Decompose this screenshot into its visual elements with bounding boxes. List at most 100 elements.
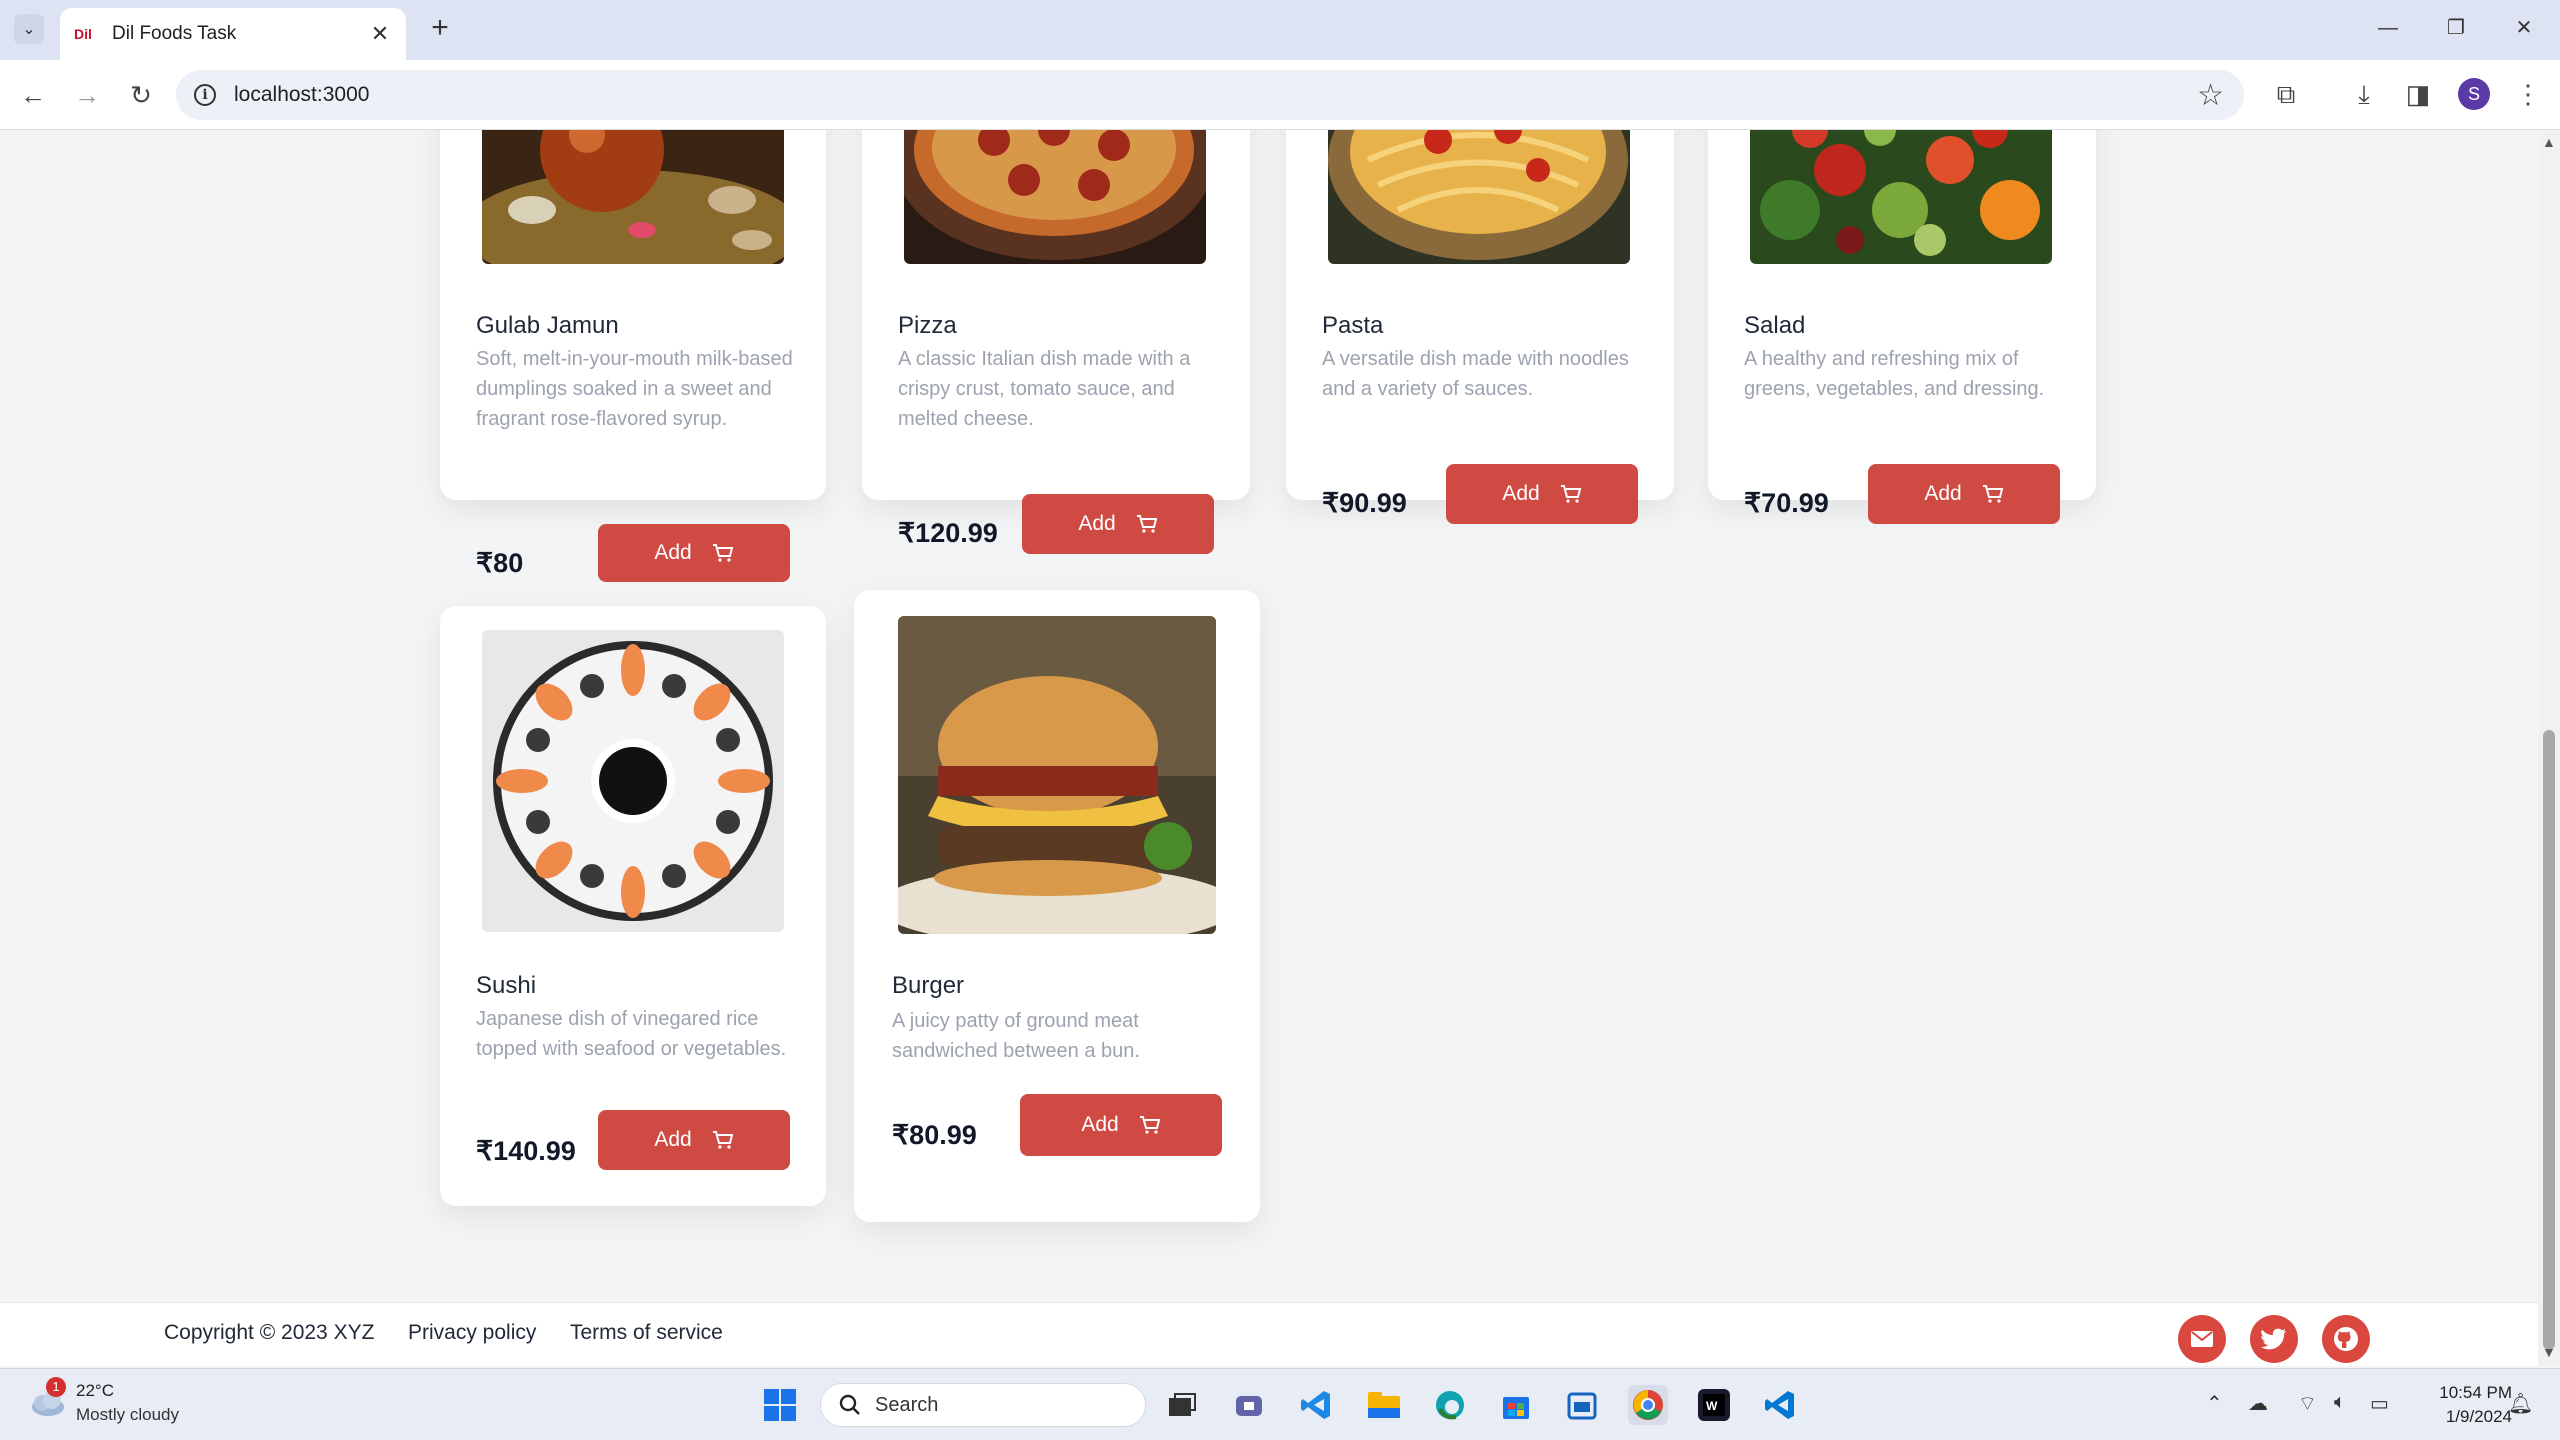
add-to-cart-button[interactable]: Add: [598, 524, 790, 582]
twitter-icon[interactable]: [2250, 1315, 2298, 1363]
weather-description: Mostly cloudy: [76, 1405, 179, 1424]
privacy-policy-link[interactable]: Privacy policy: [408, 1321, 536, 1345]
product-description: A versatile dish made with noodles and a…: [1322, 348, 1629, 400]
product-price: ₹90.99: [1322, 488, 1407, 518]
task-view-icon[interactable]: [1162, 1385, 1202, 1425]
side-panel-icon[interactable]: ◨: [2400, 76, 2436, 112]
forward-button[interactable]: →: [70, 78, 104, 112]
vscode-icon[interactable]: [1296, 1385, 1336, 1425]
page-viewport: Gulab Jamun Soft, melt-in-your-mouth mil…: [0, 130, 2538, 1366]
notification-bell-icon[interactable]: 🔔︎: [2508, 1391, 2533, 1416]
add-to-cart-button[interactable]: Add: [1446, 464, 1638, 524]
product-description: Soft, melt-in-your-mouth milk-based dump…: [476, 348, 793, 430]
search-label: Search: [875, 1393, 939, 1416]
product-name: Pizza: [898, 312, 957, 339]
new-tab-button[interactable]: +: [424, 12, 456, 44]
scroll-down-icon[interactable]: ▼: [2542, 1344, 2556, 1360]
site-info-icon[interactable]: i: [194, 84, 216, 106]
menu-kebab-icon[interactable]: ⋮: [2510, 76, 2546, 112]
favicon: Dil: [74, 26, 92, 42]
reload-button[interactable]: ↻: [124, 78, 158, 112]
product-name: Sushi: [476, 972, 537, 999]
extensions-icon[interactable]: ⧉: [2268, 76, 2304, 112]
volume-icon[interactable]: 🔈︎: [2334, 1391, 2346, 1414]
browser-toolbar: ← → ↻ i localhost:3000 ☆ ⧉ ⤓ ◨ S ⋮: [0, 60, 2560, 130]
teams-icon[interactable]: [1230, 1385, 1270, 1425]
cart-icon: [1560, 485, 1581, 503]
cart-icon: [1139, 1116, 1160, 1134]
product-price: ₹140.99: [476, 1136, 576, 1166]
search-icon: [839, 1394, 860, 1415]
add-button-label: Add: [1081, 1113, 1119, 1136]
add-to-cart-button[interactable]: Add: [1020, 1094, 1222, 1156]
product-price: ₹80: [476, 548, 524, 578]
page-scrollbar[interactable]: ▲ ▼: [2538, 130, 2560, 1366]
add-button-label: Add: [654, 541, 692, 564]
onedrive-icon[interactable]: ☁: [2248, 1391, 2268, 1416]
taskbar-clock[interactable]: 10:54 PM 1/9/2024: [2412, 1381, 2512, 1429]
cart-icon: [1136, 515, 1157, 533]
bookmark-star-icon[interactable]: ☆: [2197, 78, 2224, 113]
product-card: Sushi Japanese dish of vinegared rice to…: [440, 606, 826, 1206]
file-explorer-icon[interactable]: [1364, 1385, 1404, 1425]
close-window-button[interactable]: ✕: [2504, 12, 2544, 44]
vscode-alt-icon[interactable]: [1760, 1385, 1800, 1425]
browser-titlebar: ⌄ Dil Dil Foods Task ✕ + — ❐ ✕: [0, 0, 2560, 60]
back-button[interactable]: ←: [16, 78, 50, 112]
store-icon[interactable]: [1496, 1385, 1536, 1425]
windows-taskbar: 1 22°C Mostly cloudy Search W ⌃ ☁ ⌔ 🔈︎ ▭…: [0, 1368, 2560, 1440]
clock-time: 10:54 PM: [2439, 1383, 2512, 1402]
restore-button[interactable]: ❐: [2436, 12, 2476, 44]
product-description: Japanese dish of vinegared rice topped w…: [476, 1008, 787, 1060]
clock-date: 1/9/2024: [2445, 1407, 2512, 1426]
tray-chevron-icon[interactable]: ⌃: [2206, 1391, 2223, 1416]
taskbar-search[interactable]: Search: [820, 1383, 1146, 1427]
cart-icon: [712, 544, 733, 562]
profile-avatar[interactable]: S: [2458, 78, 2490, 110]
product-card: Gulab Jamun Soft, melt-in-your-mouth mil…: [440, 130, 826, 582]
tab-search-button[interactable]: ⌄: [14, 14, 44, 44]
cart-icon: [712, 1131, 733, 1149]
wifi-icon[interactable]: ⌔: [2298, 1391, 2317, 1416]
page-footer: Copyright © 2023 XYZ Privacy policy Term…: [0, 1302, 2538, 1366]
browser-tab[interactable]: Dil Dil Foods Task ✕: [60, 8, 406, 60]
edge-icon[interactable]: [1430, 1385, 1470, 1425]
add-to-cart-button[interactable]: Add: [598, 1110, 790, 1170]
add-to-cart-button[interactable]: Add: [1022, 494, 1214, 554]
weather-temperature: 22°C: [76, 1381, 114, 1400]
github-icon[interactable]: [2322, 1315, 2370, 1363]
chrome-icon[interactable]: [1628, 1385, 1668, 1425]
downloads-icon[interactable]: ⤓: [2346, 76, 2382, 112]
svg-text:W: W: [1706, 1399, 1718, 1413]
product-name: Pasta: [1322, 312, 1384, 339]
close-tab-icon[interactable]: ✕: [368, 21, 392, 47]
calendar-app-icon[interactable]: [1562, 1385, 1602, 1425]
product-name: Salad: [1744, 312, 1806, 339]
email-icon[interactable]: [2178, 1315, 2226, 1363]
product-image: [482, 630, 784, 932]
webstorm-icon[interactable]: W: [1694, 1385, 1734, 1425]
terms-of-service-link[interactable]: Terms of service: [570, 1321, 723, 1345]
address-bar[interactable]: i localhost:3000 ☆: [176, 70, 2244, 120]
product-image: [898, 616, 1216, 934]
product-name: Gulab Jamun: [476, 312, 619, 339]
product-card: Salad A healthy and refreshing mix of gr…: [1708, 130, 2096, 524]
scrollbar-thumb[interactable]: [2543, 730, 2555, 1350]
product-description: A healthy and refreshing mix of greens, …: [1744, 348, 2045, 400]
product-image: [1328, 130, 1630, 264]
product-price: ₹120.99: [898, 518, 998, 548]
add-to-cart-button[interactable]: Add: [1868, 464, 2060, 524]
cart-icon: [1982, 485, 2003, 503]
product-card: Pasta A versatile dish made with noodles…: [1286, 130, 1674, 524]
scroll-up-icon[interactable]: ▲: [2542, 134, 2556, 150]
product-description: A juicy patty of ground meat sandwiched …: [892, 1010, 1140, 1062]
start-button[interactable]: [760, 1385, 800, 1425]
product-price: ₹80.99: [892, 1120, 977, 1150]
battery-icon[interactable]: ▭: [2370, 1391, 2389, 1416]
minimize-button[interactable]: —: [2368, 12, 2408, 44]
product-price: ₹70.99: [1744, 488, 1829, 518]
product-image: [482, 130, 784, 264]
url-text: localhost:3000: [234, 83, 370, 106]
product-name: Burger: [892, 972, 965, 999]
product-description: A classic Italian dish made with a crisp…: [898, 348, 1191, 430]
